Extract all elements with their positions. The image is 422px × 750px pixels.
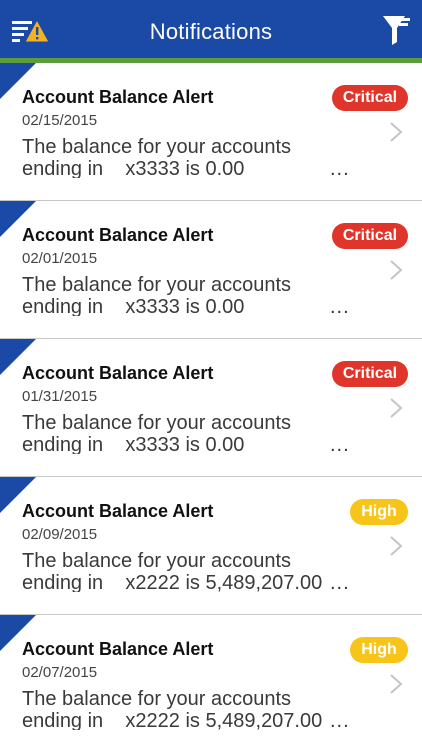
severity-badge: High [350, 499, 408, 525]
notification-item[interactable]: Account Balance Alert 02/09/2015 The bal… [0, 477, 422, 615]
notification-title: Account Balance Alert [22, 87, 214, 107]
notification-message: The balance for your accounts ending in … [22, 136, 322, 178]
app-header: Notifications [0, 0, 422, 58]
notification-item[interactable]: Account Balance Alert 02/07/2015 The bal… [0, 615, 422, 750]
notification-date: 02/09/2015 [22, 526, 98, 543]
notification-message-line1: The balance for your accounts [22, 412, 292, 434]
notification-message-line2: ending in x3333 is 0.00 [22, 296, 245, 316]
notification-title: Account Balance Alert [22, 363, 214, 383]
chevron-right-icon[interactable] [389, 259, 403, 281]
notification-title: Account Balance Alert [22, 225, 214, 245]
severity-badge: Critical [332, 361, 408, 387]
more-ellipsis: ... [330, 434, 350, 456]
notification-message: The balance for your accounts ending in … [22, 688, 322, 730]
severity-badge: Critical [332, 85, 408, 111]
notification-message: The balance for your accounts ending in … [22, 550, 322, 592]
notification-item[interactable]: Account Balance Alert 02/15/2015 The bal… [0, 63, 422, 201]
notification-date: 01/31/2015 [22, 388, 98, 405]
notification-date: 02/01/2015 [22, 250, 98, 267]
notification-item[interactable]: Account Balance Alert 02/01/2015 The bal… [0, 201, 422, 339]
notification-message-line2: ending in x3333 is 0.00 [22, 158, 245, 178]
severity-badge: High [350, 637, 408, 663]
notification-date: 02/15/2015 [22, 112, 98, 129]
notification-item[interactable]: Account Balance Alert 01/31/2015 The bal… [0, 339, 422, 477]
chevron-right-icon[interactable] [389, 673, 403, 695]
notification-title: Account Balance Alert [22, 639, 214, 659]
notification-date: 02/07/2015 [22, 664, 98, 681]
notification-message: The balance for your accounts ending in … [22, 274, 322, 316]
notification-list: Account Balance Alert 02/15/2015 The bal… [0, 63, 422, 750]
chevron-right-icon[interactable] [389, 121, 403, 143]
page-title: Notifications [149, 19, 273, 44]
notification-message-line1: The balance for your accounts [22, 688, 292, 710]
more-ellipsis: ... [330, 158, 350, 180]
filter-icon[interactable] [382, 14, 412, 46]
severity-badge: Critical [332, 223, 408, 249]
notification-message-line2: ending in x3333 is 0.00 [22, 434, 245, 454]
more-ellipsis: ... [330, 296, 350, 318]
notification-message-line1: The balance for your accounts [22, 550, 292, 572]
chevron-right-icon[interactable] [389, 535, 403, 557]
notification-title: Account Balance Alert [22, 501, 214, 521]
notification-message-line1: The balance for your accounts [22, 136, 292, 158]
more-ellipsis: ... [330, 710, 350, 732]
notification-message: The balance for your accounts ending in … [22, 412, 322, 454]
notification-message-line2: ending in x2222 is 5,489,207.00 [22, 710, 322, 730]
notification-message-line1: The balance for your accounts [22, 274, 292, 296]
chevron-right-icon[interactable] [389, 397, 403, 419]
notification-message-line2: ending in x2222 is 5,489,207.00 [22, 572, 322, 592]
more-ellipsis: ... [330, 572, 350, 594]
